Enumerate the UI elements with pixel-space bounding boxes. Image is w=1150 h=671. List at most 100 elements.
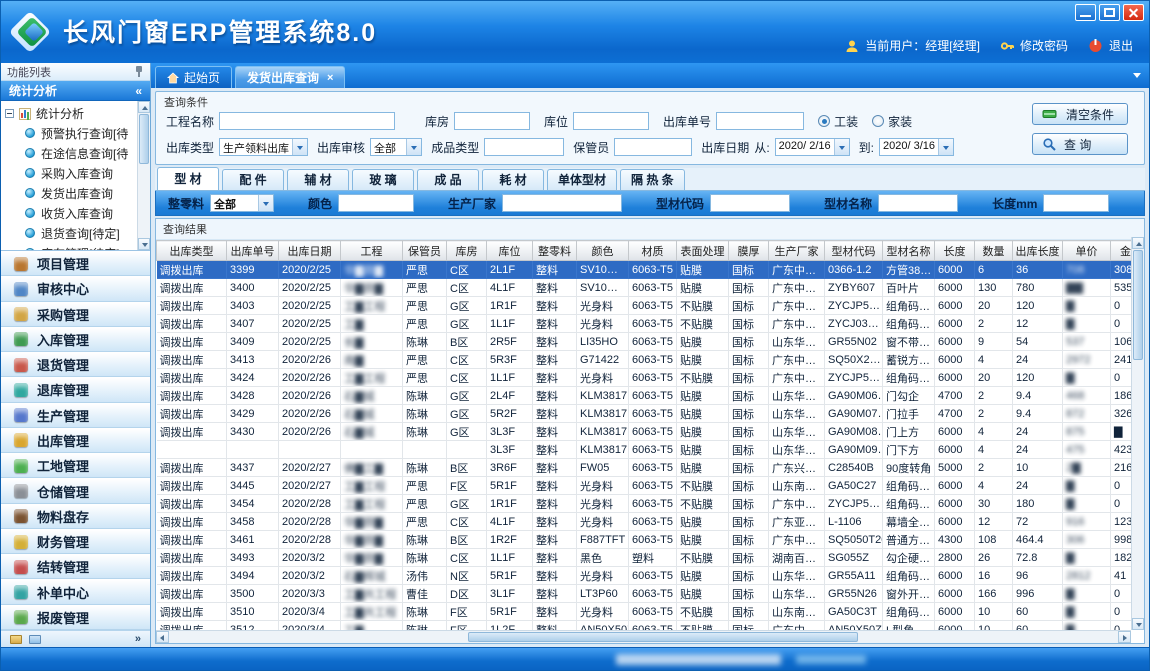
project-name-input[interactable]	[219, 112, 395, 130]
column-header[interactable]: 型材代码	[825, 241, 883, 261]
material-tab[interactable]: 隔 热 条	[620, 169, 685, 190]
section-header-statistics[interactable]: 统计分析 «	[1, 81, 150, 101]
table-row[interactable]: 调拨出库34072020/2/25工▇严思G区1L1F整料光身料6063-T5不…	[157, 315, 1132, 333]
search-button[interactable]: 查 询	[1032, 133, 1128, 155]
chevron-down-icon[interactable]	[938, 139, 953, 155]
column-header[interactable]: 金	[1111, 241, 1132, 261]
column-header[interactable]: 单价	[1063, 241, 1111, 261]
table-row[interactable]: 调拨出库34282020/2/26石▇城陈琳G区2L4F整料KLM3817606…	[157, 387, 1132, 405]
chevron-down-icon[interactable]	[292, 139, 307, 155]
clear-conditions-button[interactable]: 清空条件	[1032, 103, 1128, 125]
column-header[interactable]: 长度	[935, 241, 975, 261]
scroll-down-icon[interactable]	[1132, 618, 1144, 630]
table-row[interactable]: 调拨出库35102020/3/4工▇共工程陈琳F区5R1F整料光身料6063-T…	[157, 603, 1132, 621]
table-row[interactable]: 调拨出库34582020/2/28华▇原▇严思C区4L1F整料光身料6063-T…	[157, 513, 1132, 531]
sidebar-item-return-store[interactable]: 退库管理	[1, 377, 150, 402]
tab-shipping-outbound-query[interactable]: 发货出库查询 ×	[235, 66, 345, 88]
material-tab[interactable]: 辅 材	[287, 169, 349, 190]
chevron-down-icon[interactable]	[258, 195, 273, 211]
column-header[interactable]: 出库单号	[227, 241, 279, 261]
material-tab[interactable]: 配 件	[222, 169, 284, 190]
profile-name-input[interactable]	[878, 194, 958, 212]
keeper-input[interactable]	[614, 138, 692, 156]
scroll-left-icon[interactable]	[156, 631, 169, 643]
sidebar-item-warehouse[interactable]: 仓储管理	[1, 478, 150, 503]
scrollbar-thumb[interactable]	[1133, 250, 1143, 360]
table-row[interactable]: 调拨出库34542020/2/28工▇工程严思G区1R1F整料光身料6063-T…	[157, 495, 1132, 513]
chevron-down-icon[interactable]	[406, 139, 421, 155]
material-tab[interactable]: 玻 璃	[352, 169, 414, 190]
sidebar-item-audit[interactable]: 审核中心	[1, 276, 150, 301]
scroll-down-icon[interactable]	[138, 238, 150, 250]
sidebar-item-order-plus[interactable]: 补单中心	[1, 579, 150, 604]
column-header[interactable]: 膜厚	[729, 241, 769, 261]
column-header[interactable]: 库位	[487, 241, 533, 261]
tree-root[interactable]: 统计分析	[5, 104, 135, 123]
warehouse-input[interactable]	[454, 112, 530, 130]
product-type-input[interactable]	[484, 138, 564, 156]
location-input[interactable]	[573, 112, 649, 130]
material-tab[interactable]: 单体型材	[547, 169, 617, 190]
table-row[interactable]: 调拨出库34302020/2/26石▇城陈琳G区3L3F整料KLM3817606…	[157, 423, 1132, 441]
table-row[interactable]: 调拨出库35002020/3/3工▇共工程曹佳D区3L1F整料LT3P60606…	[157, 585, 1132, 603]
radio-home-decoration[interactable]	[872, 115, 884, 127]
sidebar-item-scrap[interactable]: 报废管理	[1, 605, 150, 630]
table-row[interactable]: 3L3F整料KLM38176063-T5贴膜国标山东华…GA90M09…门下方6…	[157, 441, 1132, 459]
column-header[interactable]: 整零料	[533, 241, 577, 261]
sidebar-item-gear[interactable]: 生产管理	[1, 403, 150, 428]
tree-scrollbar[interactable]	[137, 101, 150, 250]
chevron-down-icon[interactable]	[834, 139, 849, 155]
table-row[interactable]: 调拨出库34612020/2/28华▇原▇陈琳B区1R2F整料F887TFT60…	[157, 531, 1132, 549]
computer-icon[interactable]	[29, 635, 41, 644]
tab-home[interactable]: 起始页	[155, 66, 232, 88]
outbound-audit-select[interactable]: 全部	[370, 138, 422, 156]
column-header[interactable]: 生产厂家	[769, 241, 825, 261]
sidebar-item-outbound-arrow[interactable]: 出库管理	[1, 428, 150, 453]
sidebar-item-inbound-arrow[interactable]: 入库管理	[1, 327, 150, 352]
color-input[interactable]	[338, 194, 414, 212]
sidebar-item-cart[interactable]: 采购管理	[1, 302, 150, 327]
table-row[interactable]: 调拨出库34002020/2/25华▇原▇严思C区4L1F整料SV10…6063…	[157, 279, 1132, 297]
material-tab[interactable]: 耗 材	[482, 169, 544, 190]
profile-code-input[interactable]	[710, 194, 790, 212]
tree-item[interactable]: 预警执行查询[待	[5, 123, 135, 143]
pin-icon[interactable]	[134, 65, 144, 78]
sidebar-item-return-goods[interactable]: 退货管理	[1, 352, 150, 377]
folder-icon[interactable]	[10, 635, 22, 644]
maximize-button[interactable]	[1099, 4, 1120, 21]
length-input[interactable]	[1043, 194, 1109, 212]
tree-expander-icon[interactable]	[5, 109, 14, 118]
tree-item[interactable]: 退货查询[待定]	[5, 223, 135, 243]
scrollbar-thumb[interactable]	[468, 632, 858, 642]
change-password-button[interactable]: 修改密码	[1000, 37, 1068, 54]
column-header[interactable]: 材质	[629, 241, 677, 261]
scroll-up-icon[interactable]	[138, 101, 150, 113]
column-header[interactable]: 库房	[447, 241, 487, 261]
table-row[interactable]: 调拨出库34032020/2/25工▇工程严思G区1R1F整料光身料6063-T…	[157, 297, 1132, 315]
tree-item[interactable]: 发货出库查询	[5, 183, 135, 203]
column-header[interactable]: 颜色	[577, 241, 629, 261]
tab-list-dropdown-icon[interactable]	[1133, 73, 1141, 78]
date-from-picker[interactable]: 2020/ 2/16	[775, 138, 850, 156]
table-row[interactable]: 调拨出库34942020/3/2石▇辉城汤伟N区5R1F整料光身料6063-T5…	[157, 567, 1132, 585]
collapse-icon[interactable]: «	[135, 84, 142, 98]
tree-item[interactable]: 在途信息查询[待	[5, 143, 135, 163]
table-row[interactable]: 调拨出库34092020/2/25长▇陈琳B区2R5F整料LI35HO6063-…	[157, 333, 1132, 351]
tree-item[interactable]: 采购入库查询	[5, 163, 135, 183]
logout-button[interactable]: 退出	[1088, 37, 1133, 54]
tree-item[interactable]: 收货入库查询	[5, 203, 135, 223]
column-header[interactable]: 出库日期	[279, 241, 341, 261]
column-header[interactable]: 出库类型	[157, 241, 227, 261]
table-row[interactable]: 调拨出库34292020/2/26石▇城陈琳G区5R2F整料KLM3817606…	[157, 405, 1132, 423]
column-header[interactable]: 出库长度	[1013, 241, 1063, 261]
material-tab[interactable]: 成 品	[417, 169, 479, 190]
column-header[interactable]: 表面处理	[677, 241, 729, 261]
manufacturer-input[interactable]	[502, 194, 622, 212]
table-row[interactable]: 调拨出库35122020/3/4工▇陈琳F区1L2F整料AN50X50Z…606…	[157, 621, 1132, 631]
radio-work-decoration[interactable]	[818, 115, 830, 127]
scroll-right-icon[interactable]	[1118, 631, 1131, 643]
tree-item[interactable]: 库存管理[待定]	[5, 243, 135, 251]
table-row[interactable]: 调拨出库34242020/2/26工▇工程严思C区1L1F整料光身料6063-T…	[157, 369, 1132, 387]
column-header[interactable]: 工程	[341, 241, 403, 261]
table-row[interactable]: 调拨出库34372020/2/27佛▇工▇陈琳B区3R6F整料FW056063-…	[157, 459, 1132, 477]
